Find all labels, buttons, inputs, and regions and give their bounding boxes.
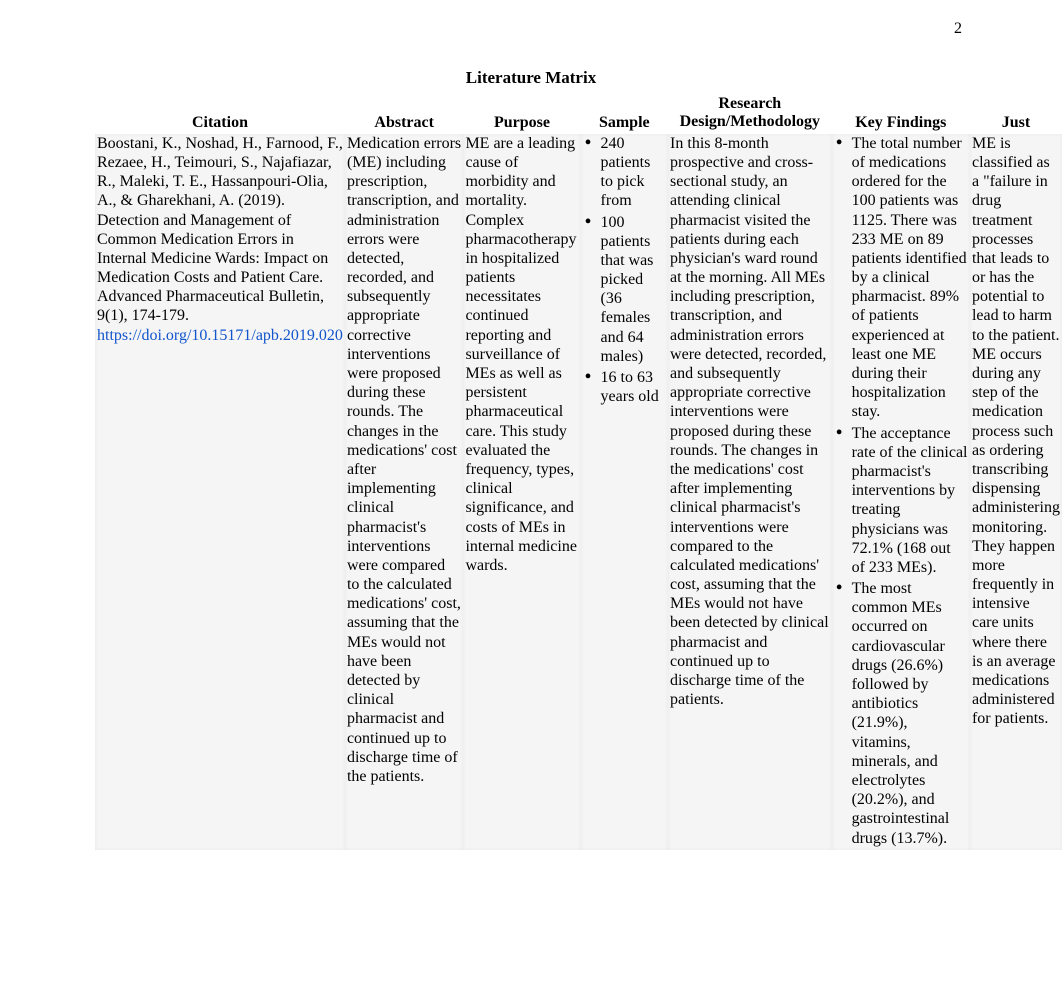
findings-list: The total number of medications ordered … (834, 134, 968, 848)
sample-list: 240 patients to pick from 100 patients t… (583, 134, 667, 407)
header-purpose: Purpose (463, 93, 580, 134)
header-findings: Key Findings (832, 93, 970, 134)
header-abstract: Abstract (345, 93, 464, 134)
list-item: The acceptance rate of the clinical phar… (834, 424, 968, 578)
methodology-cell: In this 8-month prospective and cross-se… (668, 134, 832, 850)
header-methodology: Research Design/Methodology (668, 93, 832, 134)
list-item: The most common MEs occurred on cardiova… (834, 579, 968, 848)
header-justification: Just (970, 93, 1062, 134)
page-number: 2 (0, 20, 1062, 38)
header-methodology-line2: Design/Methodology (680, 113, 820, 130)
list-item: The total number of medications ordered … (834, 134, 968, 422)
citation-link[interactable]: https://doi.org/10.15171/apb.2019.020 (97, 327, 343, 344)
table-title: Literature Matrix (0, 68, 1062, 88)
header-citation: Citation (95, 93, 345, 134)
table-row: Boostani, K., Noshad, H., Farnood, F., R… (95, 134, 1062, 850)
findings-cell: The total number of medications ordered … (832, 134, 970, 850)
list-item: 240 patients to pick from (583, 134, 667, 211)
abstract-cell: Medication errors (ME) including prescri… (345, 134, 464, 850)
citation-text: Boostani, K., Noshad, H., Farnood, F., R… (97, 135, 343, 325)
list-item: 100 patients that was picked (36 females… (583, 213, 667, 367)
header-methodology-line1: Research (718, 95, 781, 112)
sample-cell: 240 patients to pick from 100 patients t… (581, 134, 669, 850)
header-row: Citation Abstract Purpose Sample Researc… (95, 93, 1062, 134)
literature-matrix-table: Citation Abstract Purpose Sample Researc… (95, 93, 1062, 850)
header-sample: Sample (581, 93, 669, 134)
list-item: 16 to 63 years old (583, 368, 667, 406)
purpose-cell: ME are a leading cause of morbidity and … (463, 134, 580, 850)
justification-cell: ME is classified as a "failure in drug t… (970, 134, 1062, 850)
citation-cell: Boostani, K., Noshad, H., Farnood, F., R… (95, 134, 345, 850)
